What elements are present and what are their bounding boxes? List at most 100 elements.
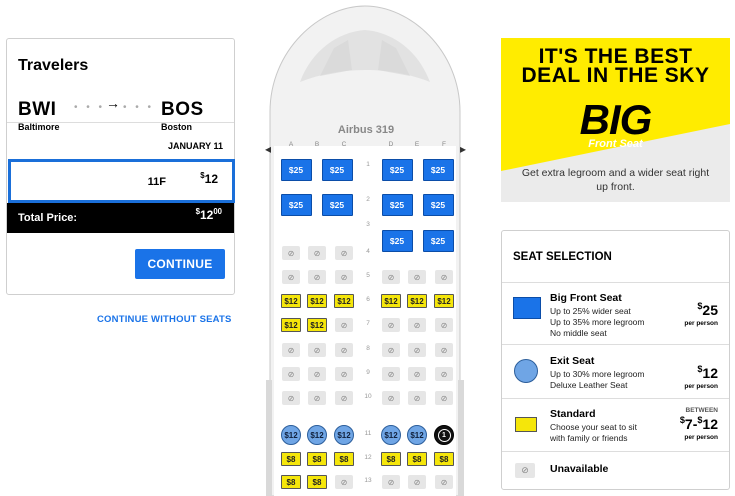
unavailable-seat: ⊘ xyxy=(408,391,426,405)
standard-seat[interactable]: $12 xyxy=(381,294,401,308)
col-letter: A xyxy=(288,141,294,148)
big-front-seat[interactable]: $25 xyxy=(280,194,312,216)
unavailable-seat: ⊘ xyxy=(435,475,453,489)
row-number: 11 xyxy=(364,430,372,437)
unavailable-seat: ⊘ xyxy=(382,318,400,332)
standard-seat[interactable]: $12 xyxy=(407,294,427,308)
standard-seat[interactable]: $8 xyxy=(334,452,354,466)
unavailable-seat: ⊘ xyxy=(282,270,300,284)
row-number: 1 xyxy=(366,161,370,168)
big-front-seat[interactable]: $25 xyxy=(381,159,413,181)
left-wing-arrow-icon: ◂ xyxy=(265,142,272,156)
big-front-seat[interactable]: $25 xyxy=(381,230,413,252)
legend-desc-line: Up to 25% wider seat xyxy=(550,306,631,316)
unavailable-seat: ⊘ xyxy=(335,246,353,260)
unavailable-seat: ⊘ xyxy=(382,475,400,489)
destination-city: Boston xyxy=(161,122,192,132)
standard-seat[interactable]: $12 xyxy=(434,294,454,308)
exit-seat[interactable]: $12 xyxy=(307,425,327,445)
legend-row-exit: Exit Seat Up to 30% more legroom Deluxe … xyxy=(502,344,729,398)
standard-seat[interactable]: $8 xyxy=(407,452,427,466)
exit-seat[interactable]: $12 xyxy=(381,425,401,445)
legend-price: $25 xyxy=(697,301,718,318)
price-value: 12 xyxy=(702,365,718,381)
row-number: 4 xyxy=(366,248,370,255)
exit-seat[interactable]: $12 xyxy=(407,425,427,445)
standard-seat[interactable]: $12 xyxy=(334,294,354,308)
legend-between: BETWEEN xyxy=(685,407,719,414)
col-letter: F xyxy=(442,141,446,148)
big-front-seat[interactable]: $25 xyxy=(321,159,353,181)
legend-row-standard: Standard Choose your seat to sit with fa… xyxy=(502,398,729,451)
currency-symbol: $ xyxy=(200,171,205,180)
standard-seat[interactable]: $12 xyxy=(281,318,301,332)
standard-seat[interactable]: $12 xyxy=(281,294,301,308)
unavailable-seat: ⊘ xyxy=(435,391,453,405)
promo-big-logo: BIG xyxy=(579,96,653,143)
unavailable-seat: ⊘ xyxy=(435,270,453,284)
unavailable-seat: ⊘ xyxy=(308,270,326,284)
legend-desc-line: Up to 30% more legroom xyxy=(550,369,645,379)
promo-banner[interactable]: IT'S THE BEST DEAL IN THE SKY BIG Front … xyxy=(501,38,730,202)
currency-symbol: $ xyxy=(697,364,703,374)
legend-per-person: per person xyxy=(684,383,718,390)
big-front-seat[interactable]: $25 xyxy=(381,194,413,216)
legend-desc-line: with family or friends xyxy=(550,433,628,443)
standard-seat[interactable]: $8 xyxy=(307,452,327,466)
route-arrow-icon: → xyxy=(106,95,120,111)
continue-without-seats-link[interactable]: CONTINUE WITHOUT SEATS xyxy=(97,314,232,325)
big-front-seat[interactable]: $25 xyxy=(422,194,454,216)
exit-seat[interactable]: $12 xyxy=(334,425,354,445)
currency-symbol: $ xyxy=(679,415,685,425)
total-cents: 00 xyxy=(213,207,222,216)
unavailable-seat: ⊘ xyxy=(335,475,353,489)
standard-seat[interactable]: $8 xyxy=(434,452,454,466)
big-front-seat[interactable]: $25 xyxy=(422,159,454,181)
unavailable-seat: ⊘ xyxy=(435,367,453,381)
unavailable-seat: ⊘ xyxy=(408,270,426,284)
promo-headline: IT'S THE BEST DEAL IN THE SKY xyxy=(501,46,730,86)
currency-symbol: $ xyxy=(697,415,703,425)
unavailable-seat: ⊘ xyxy=(408,367,426,381)
standard-seat[interactable]: $12 xyxy=(307,294,327,308)
route-dots: • • • xyxy=(123,102,155,113)
row-number: 7 xyxy=(366,320,370,327)
row-number: 6 xyxy=(366,296,370,303)
big-front-seat[interactable]: $25 xyxy=(280,159,312,181)
origin-code: BWI xyxy=(18,99,57,120)
standard-seat[interactable]: $8 xyxy=(281,452,301,466)
row-number: 2 xyxy=(366,196,370,203)
col-letter: B xyxy=(314,141,320,148)
legend-desc-line: Choose your seat to sit xyxy=(550,422,637,432)
row-number: 9 xyxy=(366,369,370,376)
standard-seat[interactable]: $12 xyxy=(307,318,327,332)
unavailable-seat: ⊘ xyxy=(308,391,326,405)
row-number: 13 xyxy=(364,477,372,484)
price-value: 12 xyxy=(204,172,218,186)
big-front-seat[interactable]: $25 xyxy=(321,194,353,216)
origin-city: Baltimore xyxy=(18,122,60,132)
selected-seat[interactable]: 1 xyxy=(434,425,454,445)
unavailable-seat: ⊘ xyxy=(435,343,453,357)
standard-seat[interactable]: $8 xyxy=(281,475,301,489)
standard-seat[interactable]: $8 xyxy=(307,475,327,489)
price-low: 7- xyxy=(684,416,698,432)
legend-name: Exit Seat xyxy=(550,355,595,367)
selected-seat-box[interactable]: 11F $12 xyxy=(8,159,235,203)
col-letter: E xyxy=(414,141,420,148)
legend-price: $7-$12 xyxy=(679,415,718,432)
unavailable-seat: ⊘ xyxy=(382,391,400,405)
legend-desc-line: Deluxe Leather Seat xyxy=(550,380,628,390)
unavailable-seat: ⊘ xyxy=(335,270,353,284)
unavailable-seat: ⊘ xyxy=(382,367,400,381)
destination-code: BOS xyxy=(161,99,204,120)
right-wing-arrow-icon: ▸ xyxy=(460,142,467,156)
big-front-seat[interactable]: $25 xyxy=(422,230,454,252)
exit-seat[interactable]: $12 xyxy=(281,425,301,445)
total-label: Total Price: xyxy=(18,212,78,224)
legend-desc: Up to 25% wider seat Up to 35% more legr… xyxy=(550,306,645,339)
unavailable-seat: ⊘ xyxy=(382,343,400,357)
continue-button[interactable]: CONTINUE xyxy=(135,249,225,279)
plane-model: Airbus 319 xyxy=(337,124,395,136)
standard-seat[interactable]: $8 xyxy=(381,452,401,466)
